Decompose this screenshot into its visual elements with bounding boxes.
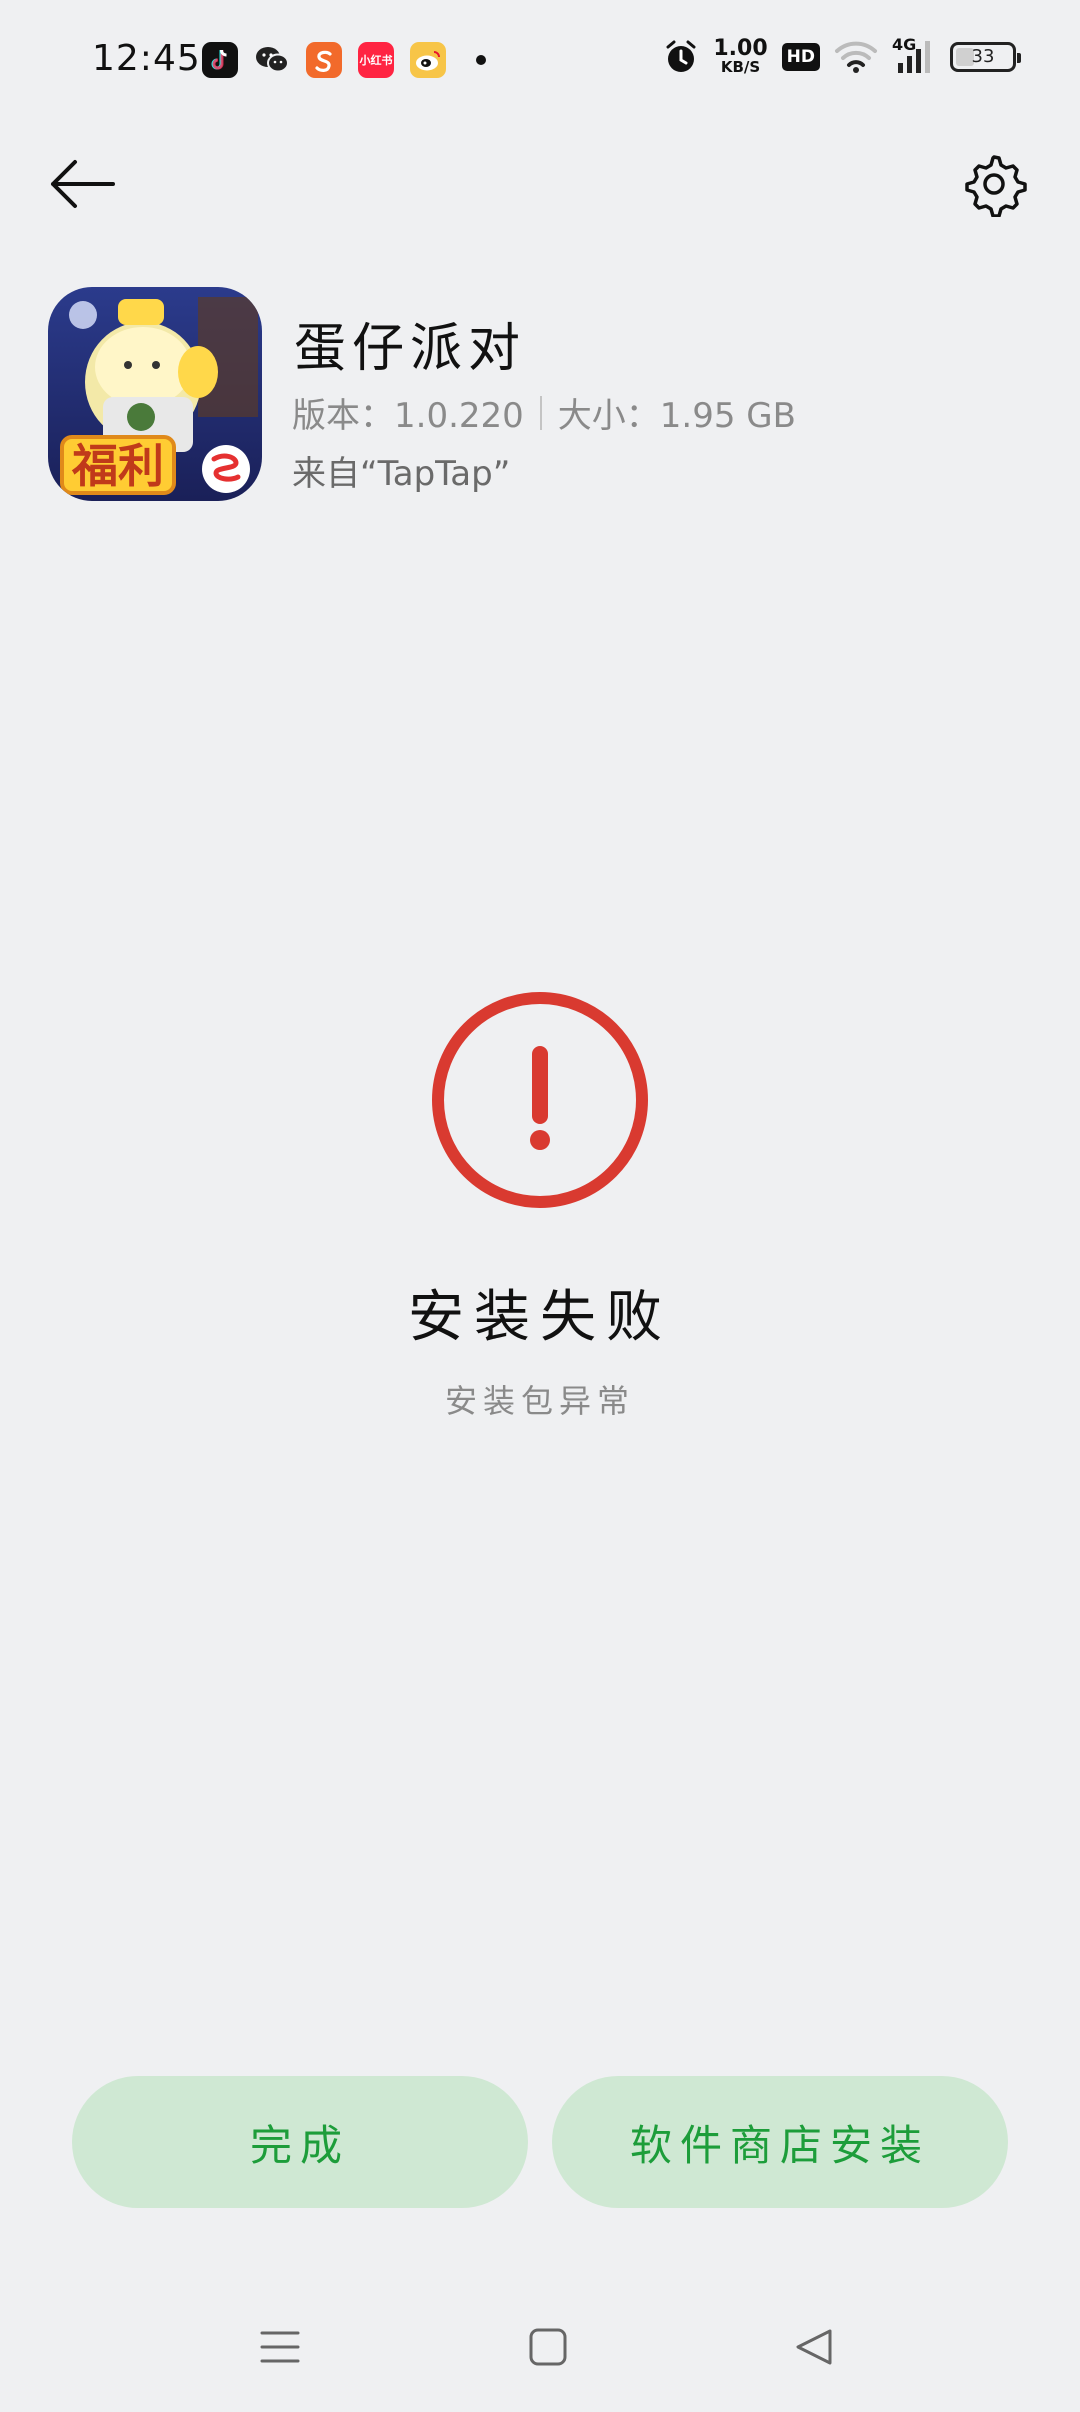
status-time: 12:45 xyxy=(92,38,201,79)
hd-badge: HD xyxy=(781,42,820,71)
net-speed-value: 1.00 xyxy=(713,36,768,61)
status-bar: 12:45 小红书 1.00 KB/S HD 4G 33 xyxy=(0,0,1080,124)
app-source: 来自“TapTap” xyxy=(292,454,511,494)
system-navigation-bar xyxy=(0,2300,1080,2390)
result-title: 安装失败 xyxy=(408,1285,672,1350)
sohu-icon xyxy=(306,42,342,78)
wifi-icon xyxy=(835,41,877,73)
alarm-icon xyxy=(666,40,696,72)
nav-back-button[interactable] xyxy=(784,2322,844,2372)
more-notifications-dot xyxy=(476,55,486,65)
square-icon xyxy=(529,2328,567,2366)
app-icon: 福利 xyxy=(48,287,262,501)
cellular-signal-icon: 4G xyxy=(892,35,936,75)
recent-apps-button[interactable] xyxy=(250,2322,310,2372)
net-speed-unit: KB/S xyxy=(720,58,761,76)
xiaohongshu-icon: 小红书 xyxy=(358,42,394,78)
app-name: 蛋仔派对 xyxy=(294,319,527,379)
app-version: 版本：1.0.220 xyxy=(292,396,524,436)
gear-icon xyxy=(965,155,1027,217)
done-button[interactable]: 完成 xyxy=(72,2076,528,2208)
home-button[interactable] xyxy=(518,2322,578,2372)
menu-icon xyxy=(260,2331,300,2363)
app-size: 大小：1.95 GB xyxy=(557,396,796,436)
weibo-icon xyxy=(410,42,446,78)
system-indicators: 1.00 KB/S HD 4G 33 xyxy=(663,35,1021,75)
icon-badge-text: 福利 xyxy=(71,439,164,493)
settings-button[interactable] xyxy=(954,144,1034,224)
error-alert-icon xyxy=(430,990,650,1210)
battery-level: 33 xyxy=(971,46,995,67)
battery-indicator: 33 xyxy=(950,41,1021,72)
arrow-left-icon xyxy=(51,160,115,208)
app-meta: 版本：1.0.220 大小：1.95 GB xyxy=(292,388,796,437)
xhs-text: 小红书 xyxy=(359,54,393,67)
store-install-button[interactable]: 软件商店安装 xyxy=(552,2076,1008,2208)
result-subtitle: 安装包异常 xyxy=(444,1382,635,1420)
wechat-icon xyxy=(254,42,290,78)
douyin-icon xyxy=(202,42,238,78)
triangle-back-icon xyxy=(796,2329,832,2365)
notification-icons: 小红书 xyxy=(202,42,486,78)
meta-divider xyxy=(539,395,542,430)
network-speed: 1.00 KB/S xyxy=(713,38,767,75)
back-button[interactable] xyxy=(42,148,122,220)
